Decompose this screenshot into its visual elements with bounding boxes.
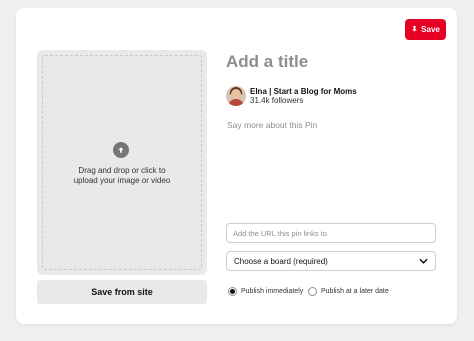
upload-dropzone[interactable]: Drag and drop or click to upload your im… — [37, 50, 207, 275]
publish-later-option[interactable]: Publish at a later date — [308, 287, 389, 296]
board-select[interactable]: Choose a board (required) — [226, 251, 436, 271]
radio-button[interactable] — [308, 287, 317, 296]
author-name: Elna | Start a Blog for Moms — [250, 87, 357, 96]
save-button-label: Save — [421, 25, 440, 34]
upload-arrow-icon — [113, 142, 129, 158]
radio-button-checked[interactable] — [228, 287, 237, 296]
pin-icon — [412, 26, 417, 33]
upload-instructions-line1: Drag and drop or click to — [78, 166, 166, 175]
destination-url-input[interactable] — [226, 223, 436, 243]
upload-instructions: Drag and drop or click to upload your im… — [47, 166, 197, 186]
title-input[interactable]: Add a title — [226, 50, 426, 74]
upload-instructions-line2: upload your image or video — [73, 176, 171, 185]
dropzone-border — [42, 55, 202, 270]
publish-later-label: Publish at a later date — [321, 288, 389, 295]
save-button[interactable]: Save — [405, 19, 446, 40]
publish-immediately-label: Publish immediately — [241, 288, 304, 295]
description-input[interactable]: Say more about this Pin — [227, 120, 317, 130]
save-from-site-button[interactable]: Save from site — [37, 280, 207, 304]
publish-immediately-option[interactable]: Publish immediately — [228, 287, 303, 296]
chevron-down-icon — [419, 258, 428, 264]
board-select-label: Choose a board (required) — [234, 256, 328, 266]
author-followers: 31.4k followers — [250, 96, 304, 105]
avatar — [226, 86, 246, 106]
